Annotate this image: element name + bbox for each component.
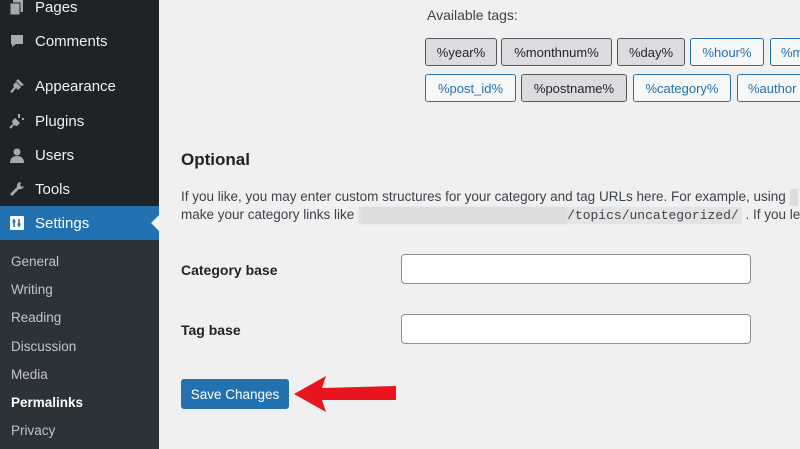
- submenu-media[interactable]: Media: [11, 367, 48, 382]
- description-text: If you like, you may enter custom struct…: [181, 189, 786, 205]
- menu-label: Pages: [35, 0, 78, 16]
- current-menu-arrow: [151, 215, 159, 231]
- description-text: . If you le: [745, 207, 800, 222]
- settings-submenu: General Writing Reading Discussion Media…: [0, 240, 159, 449]
- settings-icon: [8, 214, 26, 232]
- redacted-domain: [361, 207, 568, 225]
- example-url-path: /topics/uncategorized/: [567, 208, 739, 223]
- submenu-permalinks[interactable]: Permalinks: [11, 395, 83, 410]
- tag-hour-button[interactable]: %hour%: [690, 38, 764, 66]
- annotation-arrow-icon: [294, 376, 396, 412]
- tag-base-input[interactable]: [401, 314, 751, 344]
- submenu-discussion[interactable]: Discussion: [11, 339, 76, 354]
- users-icon: [8, 146, 26, 164]
- menu-label: Plugins: [35, 112, 85, 130]
- plugins-icon: [8, 112, 26, 130]
- category-base-input[interactable]: [401, 254, 751, 284]
- example-url-code: /topics/uncategorized/: [358, 207, 742, 225]
- pages-icon: [8, 0, 26, 16]
- menu-item-plugins[interactable]: Plugins: [0, 104, 159, 138]
- optional-heading: Optional: [181, 150, 250, 169]
- tag-day-button[interactable]: %day%: [617, 38, 685, 66]
- redacted-code: [789, 189, 798, 206]
- tag-minute-button[interactable]: %m: [770, 38, 800, 66]
- description-text: make your category links like: [181, 207, 355, 222]
- optional-description-line-2: make your category links like /topics/un…: [181, 207, 800, 225]
- tools-icon: [8, 180, 26, 198]
- admin-sidebar: Pages Comments Appearance Plugins Users …: [0, 0, 159, 449]
- optional-description-line-1: If you like, you may enter custom struct…: [181, 189, 798, 206]
- menu-item-tools[interactable]: Tools: [0, 172, 159, 206]
- appearance-icon: [8, 77, 26, 95]
- save-changes-button[interactable]: Save Changes: [181, 379, 289, 409]
- menu-item-settings[interactable]: Settings: [0, 206, 159, 240]
- comments-icon: [8, 32, 26, 50]
- menu-label: Users: [35, 146, 75, 164]
- menu-label: Settings: [35, 214, 90, 232]
- menu-item-comments[interactable]: Comments: [0, 24, 159, 58]
- available-tags-label: Available tags:: [427, 7, 518, 23]
- tag-base-label: Tag base: [181, 322, 241, 338]
- submenu-general[interactable]: General: [11, 254, 59, 269]
- submenu-writing[interactable]: Writing: [11, 282, 53, 297]
- main-content: Available tags: %year% %monthnum% %day% …: [159, 0, 800, 449]
- menu-label: Tools: [35, 180, 71, 198]
- tag-author-button[interactable]: %author: [737, 74, 800, 102]
- tag-year-button[interactable]: %year%: [425, 38, 497, 66]
- menu-item-appearance[interactable]: Appearance: [0, 69, 159, 103]
- tag-monthnum-button[interactable]: %monthnum%: [501, 38, 612, 66]
- submenu-privacy[interactable]: Privacy: [11, 423, 55, 438]
- tag-post-id-button[interactable]: %post_id%: [425, 74, 516, 102]
- menu-item-pages[interactable]: Pages: [0, 0, 159, 24]
- submenu-reading[interactable]: Reading: [11, 310, 61, 325]
- menu-label: Comments: [35, 32, 108, 50]
- tag-postname-button[interactable]: %postname%: [521, 74, 627, 102]
- category-base-label: Category base: [181, 262, 278, 278]
- menu-item-users[interactable]: Users: [0, 138, 159, 172]
- menu-label: Appearance: [35, 77, 116, 95]
- tag-category-button[interactable]: %category%: [633, 74, 731, 102]
